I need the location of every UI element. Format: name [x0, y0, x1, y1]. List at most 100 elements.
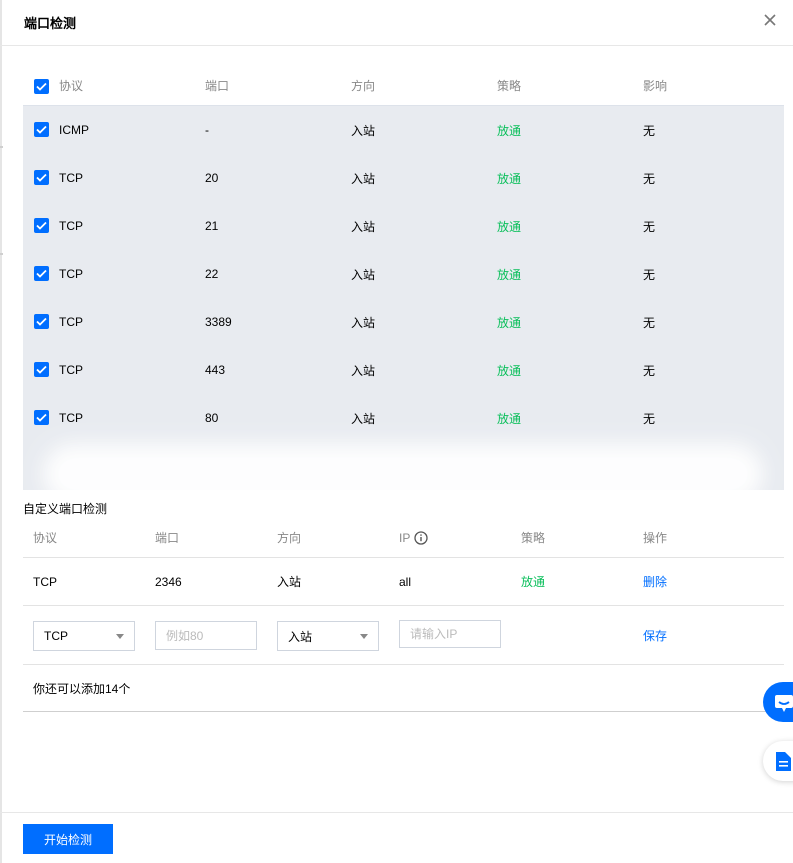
row-impact: 无 — [643, 363, 656, 378]
table-row: TCP 21 入站 放通 无 — [23, 202, 784, 250]
checkbox-checked-icon — [36, 413, 47, 422]
row-checkbox[interactable] — [34, 314, 49, 329]
checkbox-checked-icon — [36, 317, 47, 326]
protocol-select-value: TCP — [44, 629, 68, 643]
port-input[interactable] — [155, 621, 257, 650]
document-icon — [776, 752, 791, 771]
row-port: 443 — [205, 363, 226, 377]
direction-select[interactable]: 入站 — [277, 621, 379, 651]
checkbox-checked-icon — [36, 365, 47, 374]
col-port: 端口 — [155, 531, 180, 545]
custom-table-header: 协议 端口 方向 IP 策略 操作 — [23, 518, 784, 558]
row-direction: 入站 — [351, 171, 376, 186]
row-port: - — [205, 123, 209, 137]
row-checkbox[interactable] — [34, 266, 49, 281]
ports-table: 协议 端口 方向 策略 影响 ICMP - 入站 放通无 TCP 20 入站 放通无 TCP 21… — [23, 66, 784, 490]
row-port: 21 — [205, 219, 219, 233]
remaining-hint: 你还可以添加14个 — [33, 681, 131, 696]
row-impact: 无 — [643, 411, 656, 426]
ports-table-body: ICMP - 入站 放通无 TCP 20 入站 放通无 TCP 21 入站 放通无 TCP 22 入站 放通无… — [23, 106, 784, 490]
custom-section-title: 自定义端口检测 — [23, 502, 108, 516]
row-impact: 无 — [643, 315, 656, 330]
row-policy: 放通 — [497, 219, 522, 234]
delete-link[interactable]: 删除 — [643, 558, 667, 605]
checkbox-checked-icon — [36, 82, 47, 91]
close-icon[interactable] — [760, 10, 780, 30]
dialog-footer: 开始检测 — [0, 812, 793, 863]
row-checkbox[interactable] — [34, 362, 49, 377]
row-checkbox[interactable] — [34, 218, 49, 233]
row-protocol: ICMP — [59, 123, 89, 137]
custom-ip: all — [399, 574, 412, 589]
row-protocol: TCP — [59, 219, 83, 233]
row-policy: 放通 — [497, 411, 522, 426]
row-direction: 入站 — [351, 123, 376, 138]
row-protocol: TCP — [59, 411, 83, 425]
table-row: TCP 22 入站 放通 无 — [23, 250, 784, 298]
custom-table: 协议 端口 方向 IP 策略 操作 TCP 2346 入站 all 放通 删除 … — [23, 518, 784, 712]
col-port: 端口 — [205, 79, 230, 93]
row-policy: 放通 — [497, 123, 522, 138]
caret-down-icon — [116, 634, 124, 639]
protocol-select[interactable]: TCP — [33, 621, 135, 651]
table-row: TCP 20 入站 放通 无 — [23, 154, 784, 202]
info-icon[interactable] — [414, 530, 428, 545]
row-checkbox[interactable] — [34, 410, 49, 425]
chat-float-button[interactable] — [763, 682, 793, 722]
row-checkbox[interactable] — [34, 122, 49, 137]
hint-row: 你还可以添加14个 — [23, 665, 784, 712]
col-direction: 方向 — [351, 79, 376, 93]
custom-port: 2346 — [155, 574, 182, 589]
row-policy: 放通 — [497, 267, 522, 282]
row-policy: 放通 — [497, 171, 522, 186]
row-direction: 入站 — [351, 219, 376, 234]
row-protocol: TCP — [59, 267, 83, 281]
start-check-button[interactable]: 开始检测 — [23, 824, 113, 854]
col-direction: 方向 — [277, 531, 302, 545]
col-policy: 策略 — [521, 531, 546, 545]
col-action: 操作 — [643, 531, 668, 545]
custom-protocol: TCP — [33, 574, 57, 589]
custom-row: TCP 2346 入站 all 放通 删除 — [23, 558, 784, 606]
page-edge — [0, 0, 2, 863]
checkbox-checked-icon — [36, 221, 47, 230]
custom-edit-row: TCP 入站 保存 — [23, 606, 784, 665]
row-policy: 放通 — [497, 315, 522, 330]
row-protocol: TCP — [59, 363, 83, 377]
col-protocol: 协议 — [33, 531, 58, 545]
row-port: 22 — [205, 267, 219, 281]
page-edge-mark — [0, 146, 3, 148]
checkbox-checked-icon — [36, 269, 47, 278]
col-ip-label: IP — [399, 530, 411, 545]
checkbox-checked-icon — [36, 173, 47, 182]
ip-input[interactable] — [399, 620, 501, 648]
custom-policy: 放通 — [521, 575, 546, 589]
custom-direction: 入站 — [277, 575, 302, 589]
table-row: TCP 3389 入站 放通 无 — [23, 298, 784, 346]
row-checkbox[interactable] — [34, 170, 49, 185]
row-protocol: TCP — [59, 315, 83, 329]
page-edge-mark — [0, 253, 3, 255]
save-link[interactable]: 保存 — [643, 606, 667, 664]
row-port: 3389 — [205, 315, 232, 329]
col-policy: 策略 — [497, 79, 522, 93]
row-port: 80 — [205, 411, 219, 425]
select-all-checkbox[interactable] — [34, 79, 49, 94]
dialog-title: 端口检测 — [24, 16, 77, 31]
row-impact: 无 — [643, 219, 656, 234]
chat-icon — [775, 695, 793, 712]
row-direction: 入站 — [351, 267, 376, 282]
col-ip: IP — [399, 518, 428, 557]
direction-select-value: 入站 — [288, 629, 313, 644]
document-float-button[interactable] — [763, 741, 793, 781]
row-direction: 入站 — [351, 315, 376, 330]
ports-table-header: 协议 端口 方向 策略 影响 — [23, 66, 784, 106]
row-policy: 放通 — [497, 363, 522, 378]
row-impact: 无 — [643, 267, 656, 282]
row-impact: 无 — [643, 123, 656, 138]
caret-down-icon — [360, 634, 368, 639]
row-direction: 入站 — [351, 411, 376, 426]
dialog-header: 端口检测 — [0, 0, 793, 46]
table-row: TCP 443 入站 放通 无 — [23, 346, 784, 394]
col-protocol: 协议 — [59, 79, 84, 93]
